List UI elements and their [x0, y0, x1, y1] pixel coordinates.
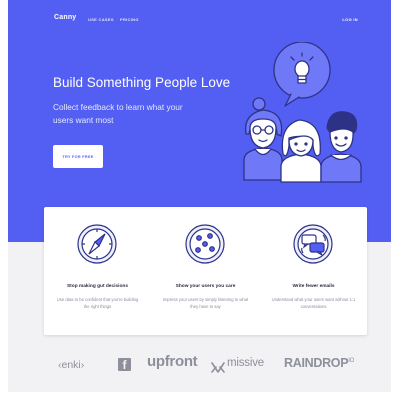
logo-raindrop-io: IO — [348, 357, 355, 364]
feature-item: Write fewer emails Understand what your … — [260, 207, 367, 335]
logo-raindrop-text: RAINDROP — [284, 356, 349, 370]
feature-item: Show your users you care Impress your us… — [152, 207, 259, 335]
nav-link-pricing[interactable]: PRICING — [120, 17, 139, 22]
feature-title: Show your users you care — [175, 284, 236, 289]
chat-bubbles-icon — [293, 224, 333, 264]
compass-icon — [77, 224, 117, 264]
hero-section: Canny USE CASES PRICING LOG IN Build Som… — [8, 0, 391, 242]
users-circle-icon — [185, 224, 225, 264]
nav-login-link[interactable]: LOG IN — [342, 17, 358, 22]
logo-enki: ‹enki› — [58, 359, 85, 371]
feature-description: Impress your users by simply listening t… — [162, 297, 249, 309]
feature-description: Understand what your users want without … — [271, 297, 356, 309]
person-man — [320, 111, 362, 183]
feature-title: Write fewer emails — [292, 284, 335, 289]
feature-item: Stop making gut decisions Use data to be… — [44, 207, 151, 335]
nav-link-use-cases[interactable]: USE CASES — [88, 17, 114, 22]
facebook-icon: f — [118, 358, 131, 371]
logo-raindrop: RAINDROPIO — [284, 356, 354, 370]
feature-title: Stop making gut decisions — [66, 284, 129, 289]
nav-logo[interactable]: Canny — [54, 14, 76, 21]
try-for-free-button[interactable]: TRY FOR FREE — [53, 145, 103, 168]
people-illustration — [243, 42, 362, 183]
features-card: Stop making gut decisions Use data to be… — [44, 207, 367, 335]
missive-icon — [211, 360, 225, 378]
hero-title: Build Something People Love — [53, 75, 231, 90]
logo-upfront: upfront — [147, 353, 198, 370]
person-woman-glasses — [243, 97, 283, 181]
hero-subtitle: Collect feedback to learn what your user… — [53, 102, 183, 125]
feature-description: Use data to be confident that you're bui… — [56, 297, 139, 309]
person-woman-blonde — [280, 119, 322, 183]
customer-logos: ‹enki› f upfront missive RAINDROPIO — [8, 346, 391, 386]
logo-missive: missive — [227, 357, 264, 369]
logo-enki-text: enki — [61, 359, 81, 371]
page-frame: Canny USE CASES PRICING LOG IN Build Som… — [8, 0, 391, 392]
